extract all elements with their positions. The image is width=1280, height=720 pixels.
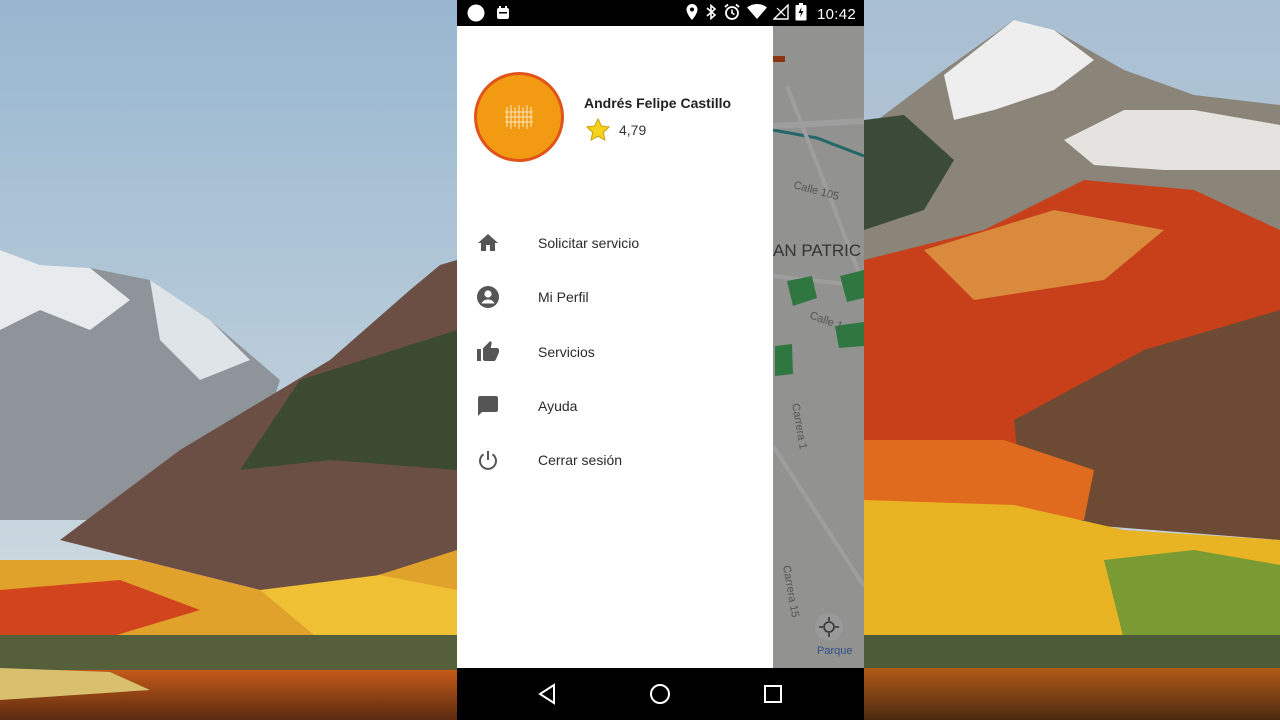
thumb-up-icon bbox=[476, 340, 500, 364]
menu-item-label: Mi Perfil bbox=[538, 289, 589, 306]
menu-item-label: Cerrar sesión bbox=[538, 452, 623, 469]
back-icon[interactable] bbox=[535, 682, 559, 706]
home-icon bbox=[476, 231, 500, 255]
wifi-icon bbox=[746, 4, 767, 25]
menu-item-label: Servicios bbox=[538, 343, 595, 360]
desktop-wallpaper-right bbox=[864, 0, 1280, 720]
bluetooth-icon bbox=[705, 3, 717, 26]
alarm-icon bbox=[723, 3, 741, 26]
menu-item-solicitar-servicio[interactable]: Solicitar servicio bbox=[457, 216, 773, 270]
profile-name: Andrés Felipe Castillo bbox=[584, 95, 732, 111]
phone-screen: 10:42 Calle 105 AN PATRIC Calle 1 Carrer… bbox=[457, 0, 864, 720]
home-circle-icon[interactable] bbox=[648, 682, 672, 706]
menu-item-ayuda[interactable]: Ayuda bbox=[457, 379, 773, 433]
rating-value: 4,79 bbox=[619, 122, 647, 138]
circle-notification-icon bbox=[467, 4, 485, 27]
recents-icon[interactable] bbox=[761, 682, 785, 706]
menu-item-cerrar-sesion[interactable]: Cerrar sesión bbox=[457, 433, 773, 487]
battery-charging-icon bbox=[795, 3, 807, 26]
no-signal-icon bbox=[772, 3, 789, 25]
account-icon bbox=[476, 285, 500, 309]
desktop-wallpaper-left bbox=[0, 0, 457, 720]
navigation-drawer: Andrés Felipe Castillo 4,79 Solicitar se… bbox=[457, 26, 773, 668]
menu-item-servicios[interactable]: Servicios bbox=[457, 325, 773, 379]
power-icon bbox=[476, 448, 500, 472]
status-bar: 10:42 bbox=[457, 0, 864, 26]
location-icon bbox=[685, 3, 699, 26]
menu-item-label: Solicitar servicio bbox=[538, 235, 640, 252]
app-screen: Calle 105 AN PATRIC Calle 1 Carrera 1 Ca… bbox=[457, 26, 864, 668]
calendar-notification-icon bbox=[495, 5, 511, 26]
profile-avatar[interactable] bbox=[474, 72, 564, 162]
chat-icon bbox=[476, 394, 500, 418]
status-time: 10:42 bbox=[816, 6, 856, 23]
drawer-menu: Solicitar servicio Mi Perfil Servicios A… bbox=[457, 216, 773, 487]
menu-item-label: Ayuda bbox=[538, 398, 578, 415]
menu-item-mi-perfil[interactable]: Mi Perfil bbox=[457, 270, 773, 324]
avatar-placeholder-icon bbox=[505, 105, 533, 129]
star-icon bbox=[584, 116, 612, 149]
navigation-bar bbox=[457, 668, 864, 720]
